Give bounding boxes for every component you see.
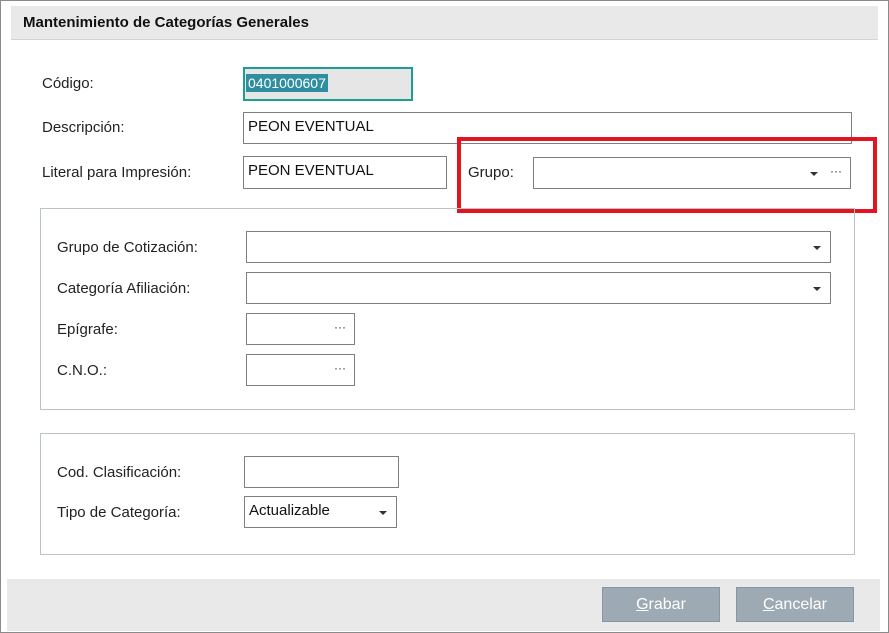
descripcion-label: Descripción: — [42, 119, 125, 136]
tipo-categoria-dropdown-arrow-icon[interactable] — [379, 511, 387, 515]
categoria-afiliacion-combo[interactable] — [246, 272, 831, 304]
cancelar-label: ancelar — [774, 596, 828, 613]
cancelar-accelerator: C — [762, 596, 775, 613]
descripcion-value: PEON EVENTUAL — [248, 118, 374, 135]
cod-clasificacion-label: Cod. Clasificación: — [57, 464, 182, 481]
codigo-label: Código: — [42, 75, 94, 92]
highlight-box — [457, 137, 877, 213]
grupo-cotizacion-combo[interactable] — [246, 231, 831, 263]
literal-field[interactable]: PEON EVENTUAL — [243, 156, 447, 189]
tipo-categoria-select[interactable]: Actualizable — [244, 496, 397, 528]
cno-field[interactable]: ··· — [246, 354, 355, 386]
cno-label: C.N.O.: — [57, 362, 108, 379]
grupo-cotizacion-label: Grupo de Cotización: — [57, 239, 198, 256]
cno-ellipsis-icon[interactable]: ··· — [334, 361, 346, 375]
dialog-window: Mantenimiento de Categorías Generales Có… — [0, 0, 889, 633]
epigrafe-field[interactable]: ··· — [246, 313, 355, 345]
cancelar-button[interactable]: Cancelar — [736, 587, 854, 622]
tipo-categoria-value: Actualizable — [249, 502, 330, 519]
literal-value: PEON EVENTUAL — [248, 162, 374, 179]
epigrafe-label: Epígrafe: — [57, 321, 118, 338]
categoria-afiliacion-dropdown-arrow-icon[interactable] — [813, 287, 821, 291]
grabar-button[interactable]: Grabar — [602, 587, 720, 622]
section-clasificacion — [40, 433, 855, 555]
codigo-field[interactable]: 0401000607 — [243, 67, 413, 101]
grabar-accelerator: G — [636, 596, 649, 613]
grabar-label: rabar — [648, 596, 686, 613]
button-bar: Grabar Cancelar — [7, 579, 880, 631]
cod-clasificacion-field[interactable] — [244, 456, 399, 488]
codigo-value: 0401000607 — [246, 74, 328, 92]
grupo-cotizacion-dropdown-arrow-icon[interactable] — [813, 246, 821, 250]
dialog-title: Mantenimiento de Categorías Generales — [23, 14, 309, 31]
title-bar: Mantenimiento de Categorías Generales — [11, 6, 878, 40]
epigrafe-ellipsis-icon[interactable]: ··· — [334, 320, 346, 334]
categoria-afiliacion-label: Categoría Afiliación: — [57, 280, 191, 297]
literal-label: Literal para Impresión: — [42, 164, 192, 181]
tipo-categoria-label: Tipo de Categoría: — [57, 504, 181, 521]
